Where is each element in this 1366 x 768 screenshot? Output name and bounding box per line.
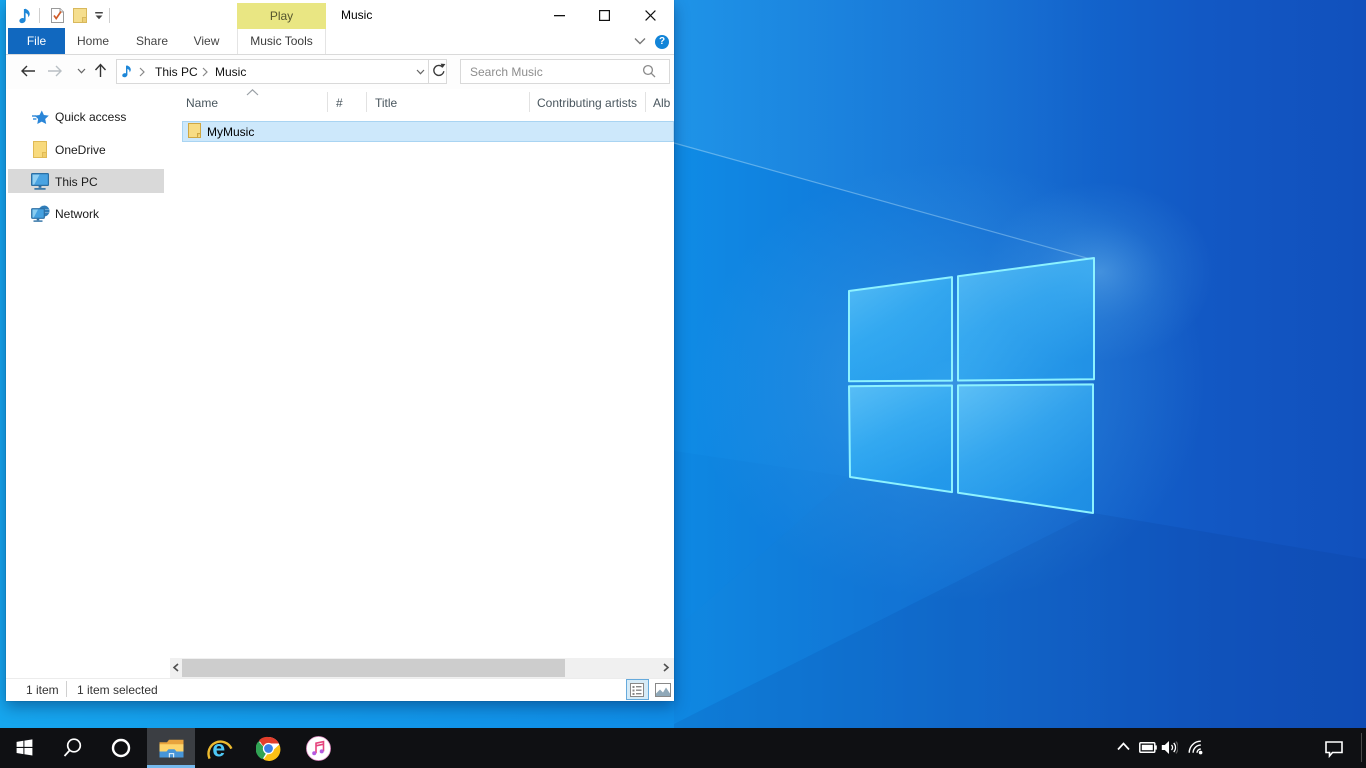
svg-text:e: e <box>212 736 225 762</box>
